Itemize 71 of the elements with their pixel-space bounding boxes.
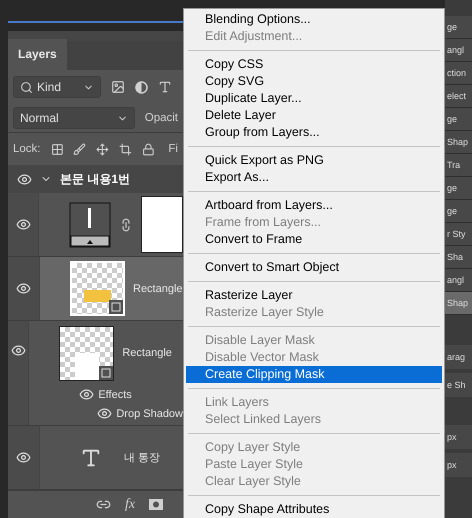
- eye-icon[interactable]: [16, 281, 31, 296]
- menu-item[interactable]: Duplicate Layer...: [186, 90, 442, 107]
- menu-item[interactable]: Copy SVG: [186, 73, 442, 90]
- layer-thumbnail: [69, 202, 111, 248]
- panel-item[interactable]: Shap: [445, 292, 472, 315]
- panel-item[interactable]: ge: [445, 16, 472, 39]
- eye-icon[interactable]: [16, 450, 31, 465]
- eye-icon[interactable]: [16, 172, 32, 186]
- panel-text: px: [445, 453, 472, 477]
- panel-item[interactable]: Shap: [445, 131, 472, 154]
- layer-name: Rectangle: [122, 347, 172, 359]
- panel-item[interactable]: angl: [445, 39, 472, 62]
- effects-label: Effects: [98, 388, 132, 400]
- panel-item[interactable]: elect: [445, 85, 472, 108]
- menu-item[interactable]: Blending Options...: [186, 11, 442, 28]
- menu-item[interactable]: Convert to Frame: [186, 231, 442, 248]
- mask-icon[interactable]: [149, 499, 164, 510]
- menu-item[interactable]: Artboard from Layers...: [186, 197, 442, 214]
- group-name: 본문 내용1번: [60, 170, 130, 188]
- image-filter-icon[interactable]: [111, 80, 125, 94]
- menu-item[interactable]: Quick Export as PNG: [186, 152, 442, 169]
- menu-item[interactable]: Copy CSS: [186, 56, 442, 73]
- layers-tab[interactable]: Layers: [8, 39, 67, 70]
- filter-dropdown[interactable]: Kind: [13, 76, 101, 98]
- menu-item[interactable]: Convert to Smart Object: [186, 259, 442, 276]
- shape-badge-icon: [109, 300, 123, 314]
- layer-row[interactable]: 내 통장: [8, 426, 183, 490]
- lock-icon[interactable]: [142, 142, 154, 156]
- eye-icon[interactable]: [79, 387, 94, 402]
- eye-icon[interactable]: [16, 217, 30, 232]
- panel-item[interactable]: Sha: [445, 246, 472, 269]
- blend-mode-dropdown[interactable]: Normal: [13, 107, 135, 129]
- panel-item[interactable]: ge: [445, 108, 472, 131]
- menu-item[interactable]: Export As...: [186, 169, 442, 186]
- opacity-label: Opacit: [144, 112, 178, 124]
- shape-badge-icon: [99, 366, 114, 380]
- menu-item[interactable]: Copy Shape Attributes: [186, 501, 442, 518]
- fill-label: Fi: [168, 143, 178, 155]
- crop-icon[interactable]: [118, 142, 132, 156]
- fx-button[interactable]: fx: [125, 496, 136, 512]
- panel-text: e Sh: [445, 373, 472, 397]
- menu-item[interactable]: Rasterize Layer: [186, 287, 442, 304]
- lock-label: Lock:: [13, 143, 40, 155]
- type-filter-icon[interactable]: [158, 80, 172, 94]
- panel-item[interactable]: ction: [445, 62, 472, 85]
- layer-name: 내 통장: [124, 451, 160, 465]
- menu-item[interactable]: Create Clipping Mask: [186, 366, 442, 383]
- menu-item[interactable]: Group from Layers...: [186, 124, 442, 141]
- panel-item[interactable]: ge: [445, 177, 472, 200]
- adjustment-filter-icon[interactable]: [135, 80, 148, 94]
- checkerboard-icon[interactable]: [50, 142, 64, 156]
- search-icon[interactable]: [20, 80, 33, 94]
- move-icon[interactable]: [96, 142, 109, 156]
- eye-icon[interactable]: [97, 406, 112, 421]
- menu-item[interactable]: Delete Layer: [186, 107, 442, 124]
- brush-icon[interactable]: [73, 142, 86, 156]
- layer-row[interactable]: Rectangle: [8, 257, 183, 321]
- layer-row[interactable]: [8, 193, 183, 257]
- effect-name: Drop Shadow: [116, 408, 183, 420]
- panel-item[interactable]: angl: [445, 269, 472, 292]
- panel-item[interactable]: ge: [445, 200, 472, 223]
- rectangle-shape: [84, 290, 111, 302]
- panel-text: arag: [445, 345, 472, 369]
- layer-name: Rectangle: [133, 282, 183, 294]
- rounded-shape: [75, 352, 100, 380]
- mask-thumbnail: [141, 196, 183, 253]
- panel-text: px: [445, 425, 472, 449]
- panel-item[interactable]: r Sty: [445, 223, 472, 246]
- panel-item[interactable]: Tra: [445, 154, 472, 177]
- eye-icon[interactable]: [10, 343, 26, 358]
- layer-row[interactable]: Rectangle Effects Drop Shadow: [8, 321, 183, 426]
